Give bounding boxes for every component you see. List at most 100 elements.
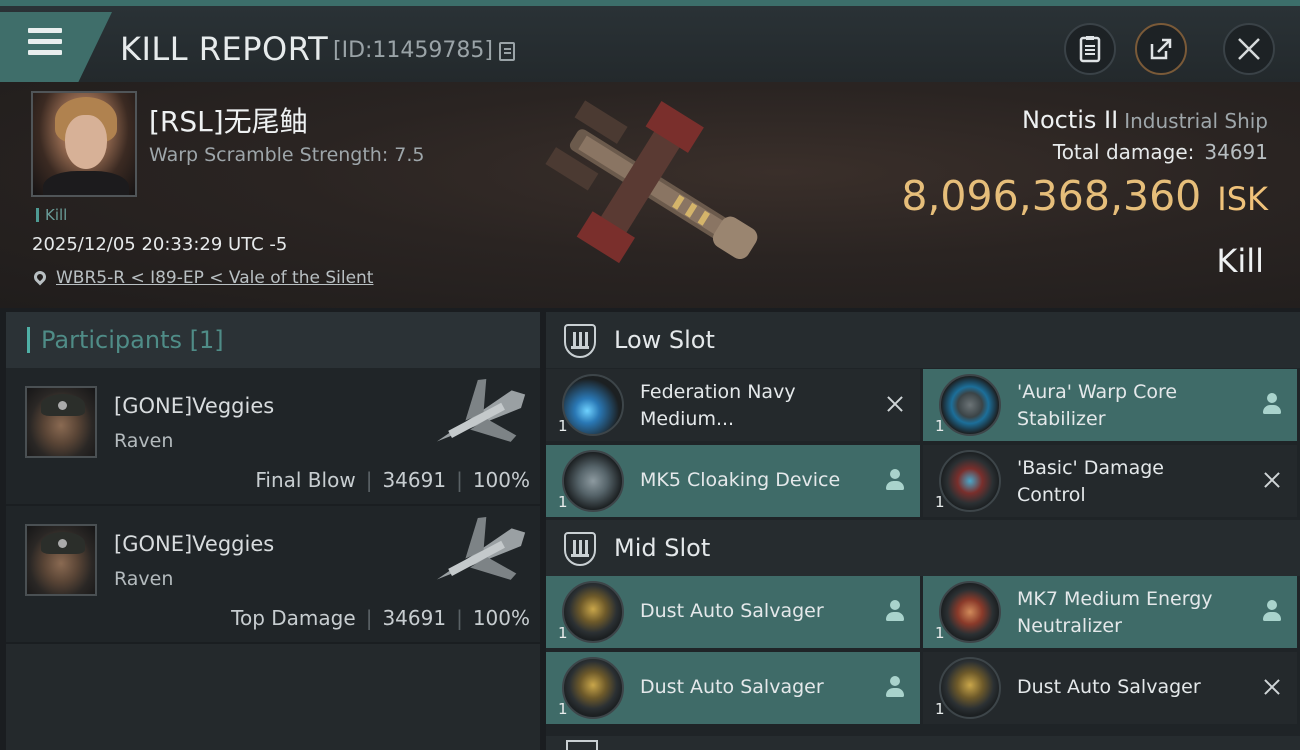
share-button[interactable] bbox=[1135, 23, 1187, 75]
module-name: Federation Navy Medium... bbox=[640, 381, 796, 430]
module-name: 'Basic' Damage Control bbox=[1017, 457, 1164, 506]
fitting-panel: Low Slot 1 Federation Navy Medium... 1 'A… bbox=[546, 312, 1300, 750]
participants-header: Participants [1] bbox=[6, 312, 540, 368]
salvager-icon bbox=[939, 657, 1001, 719]
warp-core-icon bbox=[939, 374, 1001, 436]
clipboard-icon bbox=[1079, 36, 1101, 63]
participant-percent: 100% bbox=[472, 606, 530, 630]
damage-control-icon bbox=[939, 450, 1001, 512]
module-slot[interactable]: 1 'Basic' Damage Control bbox=[923, 445, 1297, 517]
module-quantity: 1 bbox=[935, 417, 945, 435]
top-bar: KILL REPORT [ID:11459785] bbox=[0, 0, 1300, 82]
destroyed-x-icon bbox=[1261, 676, 1283, 698]
warp-scramble-strength: Warp Scramble Strength: 7.5 bbox=[149, 144, 425, 166]
neutralizer-icon bbox=[939, 581, 1001, 643]
mid-slot-label: Mid Slot bbox=[614, 534, 711, 562]
participant-name[interactable]: [GONE]Veggies bbox=[114, 532, 274, 556]
module-slot[interactable]: 1 Dust Auto Salvager bbox=[546, 576, 920, 648]
total-damage: Total damage: 34691 bbox=[1053, 140, 1268, 164]
location-text[interactable]: WBR5-R < I89-EP < Vale of the Silent bbox=[56, 268, 373, 288]
total-damage-label: Total damage: bbox=[1052, 140, 1195, 164]
ship-class: Industrial Ship bbox=[1124, 109, 1268, 133]
participant-name[interactable]: [GONE]Veggies bbox=[114, 394, 274, 418]
isk-amount: 8,096,368,360 bbox=[901, 172, 1202, 220]
menu-button[interactable] bbox=[0, 12, 112, 82]
participant-damage: 34691 bbox=[382, 468, 447, 492]
participant-stats: Top Damage | 34691 | 100% bbox=[231, 606, 530, 630]
participant-row[interactable]: [GONE]Veggies Raven Top Damage | 34691 | 100… bbox=[6, 506, 540, 644]
participant-damage: 34691 bbox=[382, 606, 447, 630]
victim-portrait[interactable] bbox=[31, 91, 137, 197]
kill-datetime: 2025/12/05 20:33:29 UTC -5 bbox=[32, 234, 288, 255]
salvager-icon bbox=[562, 657, 624, 719]
next-slot-header bbox=[546, 736, 1300, 750]
ship-name: Noctis II Industrial Ship bbox=[1022, 106, 1268, 134]
participant-ship: Raven bbox=[114, 430, 174, 452]
kill-tag: Kill bbox=[36, 206, 67, 224]
close-button[interactable] bbox=[1223, 23, 1275, 75]
module-quantity: 1 bbox=[558, 417, 568, 435]
module-name: Dust Auto Salvager bbox=[640, 676, 824, 698]
mid-slot-header: Mid Slot bbox=[546, 520, 1300, 576]
participant-avatar[interactable] bbox=[25, 524, 97, 596]
module-slot[interactable]: 1 Dust Auto Salvager bbox=[923, 652, 1297, 724]
page-title: KILL REPORT bbox=[120, 30, 329, 68]
dropped-person-icon bbox=[884, 600, 906, 622]
destroyed-x-icon bbox=[1261, 469, 1283, 491]
copy-icon[interactable] bbox=[499, 42, 515, 61]
share-icon bbox=[1150, 38, 1172, 60]
total-damage-value: 34691 bbox=[1204, 140, 1268, 164]
mid-slot-icon bbox=[564, 532, 596, 566]
participant-stats: Final Blow | 34691 | 100% bbox=[255, 468, 530, 492]
module-quantity: 1 bbox=[558, 493, 568, 511]
low-slot-icon bbox=[564, 324, 596, 358]
dropped-person-icon bbox=[1261, 600, 1283, 622]
module-quantity: 1 bbox=[558, 624, 568, 642]
participant-avatar[interactable] bbox=[25, 386, 97, 458]
participant-role: Final Blow bbox=[255, 468, 356, 492]
kill-summary: [RSL]无尾鲉 Warp Scramble Strength: 7.5 Kil… bbox=[0, 82, 1300, 308]
menu-icon bbox=[28, 28, 62, 61]
module-quantity: 1 bbox=[935, 700, 945, 718]
victim-ship-image bbox=[545, 100, 758, 264]
module-slot[interactable]: 1 Dust Auto Salvager bbox=[546, 652, 920, 724]
module-name: 'Aura' Warp Core Stabilizer bbox=[1017, 381, 1178, 430]
participant-row[interactable]: [GONE]Veggies Raven Final Blow | 34691 | 100… bbox=[6, 368, 540, 506]
module-name: MK5 Cloaking Device bbox=[640, 469, 841, 491]
dropped-person-icon bbox=[1261, 393, 1283, 415]
kill-result: Kill bbox=[1216, 242, 1264, 280]
module-slot[interactable]: 1 Federation Navy Medium... bbox=[546, 369, 920, 441]
isk-value: 8,096,368,360 ISK bbox=[901, 172, 1268, 220]
participant-ship-image bbox=[436, 378, 526, 442]
participants-title: Participants [1] bbox=[41, 326, 224, 354]
module-slot[interactable]: 1 MK5 Cloaking Device bbox=[546, 445, 920, 517]
participant-percent: 100% bbox=[472, 468, 530, 492]
destroyed-x-icon bbox=[884, 393, 906, 415]
participant-role: Top Damage bbox=[231, 606, 356, 630]
clipboard-button[interactable] bbox=[1064, 23, 1116, 75]
module-name: Dust Auto Salvager bbox=[1017, 676, 1201, 698]
module-quantity: 1 bbox=[558, 700, 568, 718]
module-slot[interactable]: 1 MK7 Medium Energy Neutralizer bbox=[923, 576, 1297, 648]
victim-name[interactable]: [RSL]无尾鲉 bbox=[149, 100, 308, 140]
plasma-cell-icon bbox=[562, 374, 624, 436]
module-quantity: 1 bbox=[935, 624, 945, 642]
module-name: Dust Auto Salvager bbox=[640, 600, 824, 622]
salvager-icon bbox=[562, 581, 624, 643]
participants-panel: Participants [1] [GONE]Veggies Raven Fin… bbox=[6, 312, 540, 750]
ship-type-name[interactable]: Noctis II bbox=[1022, 106, 1118, 134]
participant-ship-image bbox=[436, 516, 526, 580]
low-slot-label: Low Slot bbox=[614, 326, 715, 354]
cloak-icon bbox=[562, 450, 624, 512]
location-pin-icon bbox=[31, 268, 49, 286]
participant-ship: Raven bbox=[114, 568, 174, 590]
module-name: MK7 Medium Energy Neutralizer bbox=[1017, 588, 1213, 637]
module-quantity: 1 bbox=[935, 493, 945, 511]
module-slot[interactable]: 1 'Aura' Warp Core Stabilizer bbox=[923, 369, 1297, 441]
close-icon bbox=[1238, 38, 1260, 60]
report-id: [ID:11459785] bbox=[333, 38, 493, 63]
low-slot-header: Low Slot bbox=[546, 312, 1300, 368]
kill-location-link[interactable]: WBR5-R < I89-EP < Vale of the Silent bbox=[31, 268, 373, 288]
dropped-person-icon bbox=[884, 469, 906, 491]
isk-unit: ISK bbox=[1217, 180, 1268, 218]
